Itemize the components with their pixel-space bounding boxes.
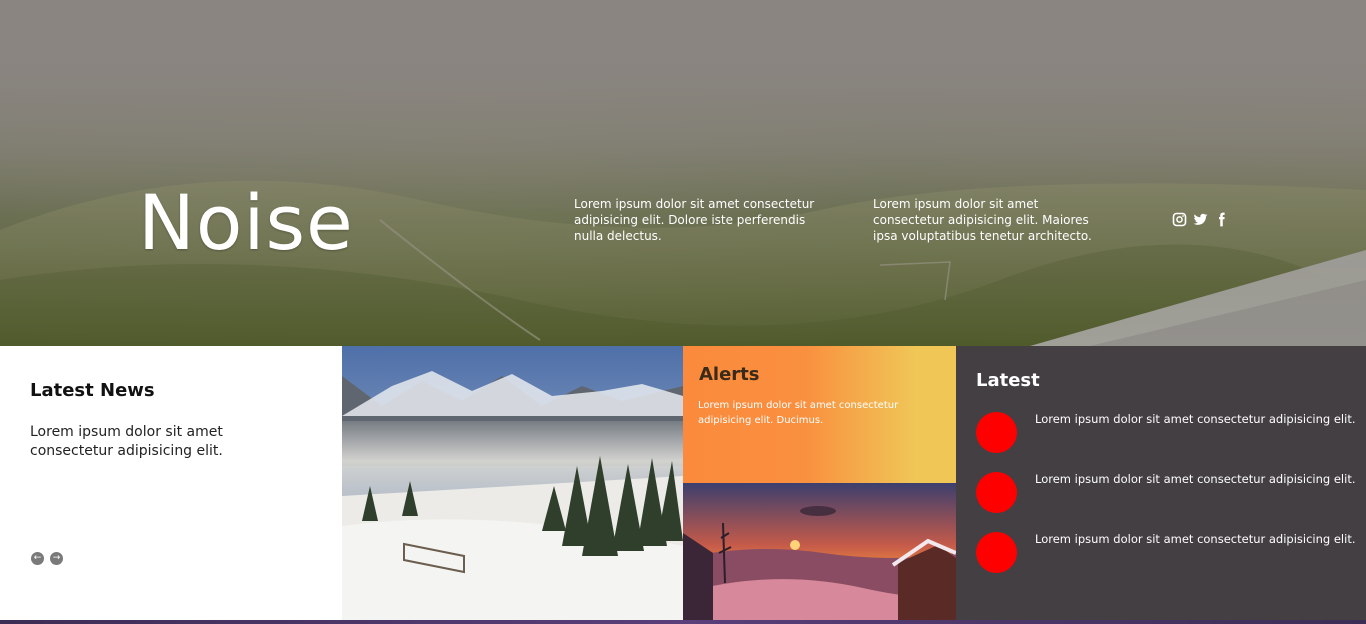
latest-item-thumbnail — [976, 412, 1017, 453]
hero-landscape-image — [0, 0, 1366, 346]
latest-news-body: Lorem ipsum dolor sit amet consectetur a… — [30, 424, 223, 459]
latest-item-text: Lorem ipsum dolor sit amet consectetur a… — [1035, 472, 1356, 486]
latest-title: Latest — [976, 370, 1040, 391]
alerts-title: Alerts — [699, 364, 760, 385]
next-arrow-icon[interactable]: → — [50, 552, 63, 565]
site-logo[interactable]: Noise — [138, 178, 354, 267]
hero-banner: Noise Lorem ipsum dolor sit amet consect… — [0, 0, 1366, 346]
social-links — [1172, 212, 1229, 227]
hero-text-2: Lorem ipsum dolor sit amet consectetur a… — [873, 197, 1092, 243]
latest-item[interactable]: Lorem ipsum dolor sit amet consectetur a… — [976, 412, 1356, 454]
latest-item-thumbnail — [976, 532, 1017, 573]
news-carousel-controls: ← → — [31, 552, 63, 565]
latest-panel: Latest Lorem ipsum dolor sit amet consec… — [956, 346, 1366, 620]
twitter-icon[interactable] — [1193, 212, 1208, 227]
facebook-icon[interactable] — [1214, 212, 1229, 227]
latest-news-title: Latest News — [30, 380, 155, 401]
footer-strip — [0, 620, 1366, 624]
alerts-body: Lorem ipsum dolor sit amet consectetur a… — [698, 400, 899, 426]
winter-landscape-image — [342, 346, 683, 620]
sunset-village-image — [683, 483, 956, 620]
latest-item-text: Lorem ipsum dolor sit amet consectetur a… — [1035, 412, 1356, 426]
latest-news-panel: Latest News Lorem ipsum dolor sit amet c… — [0, 346, 342, 620]
alerts-panel: Alerts Lorem ipsum dolor sit amet consec… — [683, 346, 956, 483]
latest-item-text: Lorem ipsum dolor sit amet consectetur a… — [1035, 532, 1356, 546]
latest-item[interactable]: Lorem ipsum dolor sit amet consectetur a… — [976, 532, 1356, 574]
latest-item-thumbnail — [976, 472, 1017, 513]
prev-arrow-icon[interactable]: ← — [31, 552, 44, 565]
hero-text-1: Lorem ipsum dolor sit amet consectetur a… — [574, 197, 815, 243]
instagram-icon[interactable] — [1172, 212, 1187, 227]
latest-item[interactable]: Lorem ipsum dolor sit amet consectetur a… — [976, 472, 1356, 514]
